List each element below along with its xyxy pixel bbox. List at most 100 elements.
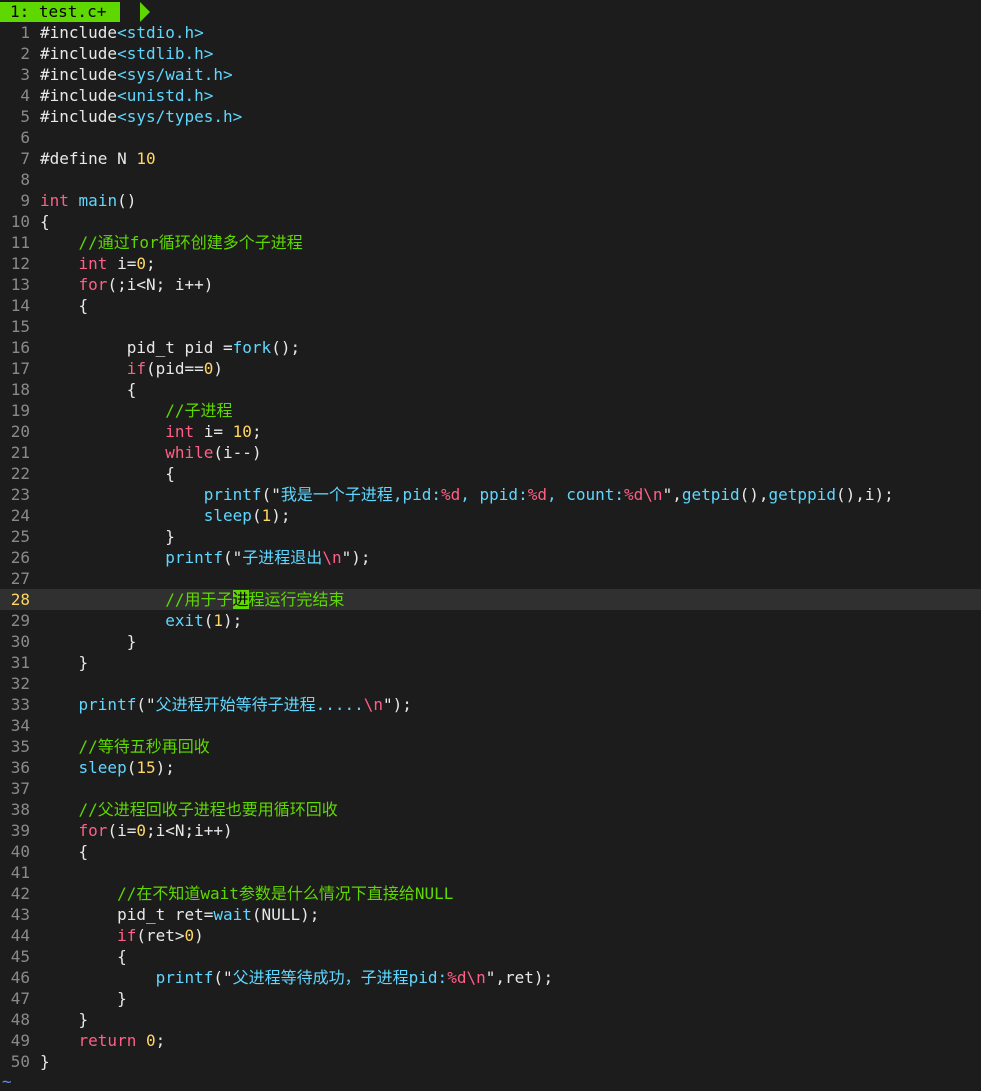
code-line[interactable]: 32 — [0, 673, 981, 694]
code-line[interactable]: 41 — [0, 862, 981, 883]
line-number: 8 — [20, 170, 30, 189]
code-line[interactable]: 45 { — [0, 946, 981, 967]
code-line[interactable]: 46 printf("父进程等待成功，子进程pid:%d\n",ret); — [0, 967, 981, 988]
line-code: //子进程 — [40, 401, 233, 420]
line-number: 31 — [10, 653, 30, 672]
code-line[interactable]: 39 for(i=0;i<N;i++) — [0, 820, 981, 841]
code-line[interactable]: 36 sleep(15); — [0, 757, 981, 778]
code-line[interactable]: 35 //等待五秒再回收 — [0, 736, 981, 757]
code-token: (); — [271, 338, 301, 357]
code-token: , count: — [546, 485, 625, 504]
code-line[interactable]: 24 sleep(1); — [0, 505, 981, 526]
line-code: } — [40, 1010, 89, 1029]
code-line[interactable]: 11 //通过for循环创建多个子进程 — [0, 232, 981, 253]
code-line[interactable]: 12 int i=0; — [0, 253, 981, 274]
code-line[interactable]: 10 { — [0, 211, 981, 232]
code-line[interactable]: 18 { — [0, 379, 981, 400]
code-line[interactable]: 43 pid_t ret=wait(NULL); — [0, 904, 981, 925]
code-token: ", — [662, 485, 682, 504]
code-line[interactable]: 4 #include<unistd.h> — [0, 85, 981, 106]
code-line[interactable]: 8 — [0, 169, 981, 190]
code-token: 15 — [136, 758, 156, 777]
code-line[interactable]: 2 #include<stdlib.h> — [0, 43, 981, 64]
code-line[interactable]: 13 for(;i<N; i++) — [0, 274, 981, 295]
code-line[interactable]: 40 { — [0, 841, 981, 862]
line-code: sleep(15); — [40, 758, 175, 777]
code-token: sleep — [78, 758, 127, 777]
code-token: 0 — [203, 359, 214, 378]
line-code: #include<unistd.h> — [40, 86, 213, 105]
line-number: 37 — [10, 779, 30, 798]
code-line[interactable]: 20 int i= 10; — [0, 421, 981, 442]
line-code: for(;i<N; i++) — [40, 275, 214, 294]
code-line[interactable]: 6 — [0, 127, 981, 148]
code-line[interactable]: 37 — [0, 778, 981, 799]
code-line[interactable]: 15 — [0, 316, 981, 337]
line-number: 44 — [10, 926, 30, 945]
code-token: //在不知道wait参数是什么情况下直接给NULL — [117, 884, 454, 903]
code-line[interactable]: 17 if(pid==0) — [0, 358, 981, 379]
code-line[interactable]: 29 exit(1); — [0, 610, 981, 631]
code-line[interactable]: 16 pid_t pid =fork(); — [0, 337, 981, 358]
code-line[interactable]: 28 //用于子进程运行完结束 — [0, 589, 981, 610]
code-line[interactable]: 44 if(ret>0) — [0, 925, 981, 946]
code-token: } — [40, 632, 137, 651]
code-area[interactable]: 1 #include<stdio.h> 2 #include<stdlib.h> 3 #i… — [0, 22, 981, 1072]
code-line[interactable]: 23 printf("我是一个子进程,pid:%d, ppid:%d, coun… — [0, 484, 981, 505]
code-token: printf — [203, 485, 262, 504]
line-code: int i= 10; — [40, 422, 261, 441]
line-number: 20 — [10, 422, 30, 441]
code-line[interactable]: 9 int main() — [0, 190, 981, 211]
code-line[interactable]: 26 printf("子进程退出\n"); — [0, 547, 981, 568]
line-number: 50 — [10, 1052, 30, 1071]
code-token: if — [126, 359, 146, 378]
code-line[interactable]: 48 } — [0, 1009, 981, 1030]
code-token: 父进程等待成功，子进程pid: — [232, 968, 448, 987]
code-line[interactable]: 19 //子进程 — [0, 400, 981, 421]
code-token: } — [40, 989, 127, 1008]
code-token: 子进程退出 — [242, 548, 323, 567]
vim-editor[interactable]: 1: test.c+ 1 #include<stdio.h> 2 #include<s… — [0, 0, 981, 1091]
code-line[interactable]: 3 #include<sys/wait.h> — [0, 64, 981, 85]
line-code: pid_t ret=wait(NULL); — [40, 905, 319, 924]
end-of-buffer-marker: ~ — [2, 1072, 12, 1091]
code-line[interactable]: 47 } — [0, 988, 981, 1009]
line-code: { — [40, 212, 50, 231]
code-token: %d — [527, 485, 547, 504]
code-line[interactable]: 34 — [0, 715, 981, 736]
code-line[interactable]: 50} — [0, 1051, 981, 1072]
code-token: (;i<N; i++) — [107, 275, 214, 294]
code-line[interactable]: 25 } — [0, 526, 981, 547]
code-line[interactable]: 7 #define N 10 — [0, 148, 981, 169]
tab-test-c[interactable]: 1: test.c+ — [0, 2, 121, 22]
code-line[interactable]: 38 //父进程回收子进程也要用循环回收 — [0, 799, 981, 820]
line-number: 22 — [10, 464, 30, 483]
line-number: 36 — [10, 758, 30, 777]
code-line[interactable]: 22 { — [0, 463, 981, 484]
code-line[interactable]: 49 return 0; — [0, 1030, 981, 1051]
code-line[interactable]: 33 printf("父进程开始等待子进程.....\n"); — [0, 694, 981, 715]
code-line[interactable]: 5 #include<sys/types.h> — [0, 106, 981, 127]
line-code: //用于子进程运行完结束 — [40, 590, 345, 609]
code-line[interactable]: 42 //在不知道wait参数是什么情况下直接给NULL — [0, 883, 981, 904]
code-line[interactable]: 14 { — [0, 295, 981, 316]
code-line[interactable]: 31 } — [0, 652, 981, 673]
code-line[interactable]: 1 #include<stdio.h> — [0, 22, 981, 43]
code-token: int — [78, 254, 108, 273]
code-token: (" — [261, 485, 281, 504]
code-line[interactable]: 21 while(i--) — [0, 442, 981, 463]
code-token: //子进程 — [165, 401, 233, 420]
code-token: { — [40, 947, 127, 966]
code-line[interactable]: 27 — [0, 568, 981, 589]
code-token: 程运行完结束 — [248, 590, 345, 609]
code-line[interactable]: 30 } — [0, 631, 981, 652]
line-code: pid_t pid =fork(); — [40, 338, 300, 357]
